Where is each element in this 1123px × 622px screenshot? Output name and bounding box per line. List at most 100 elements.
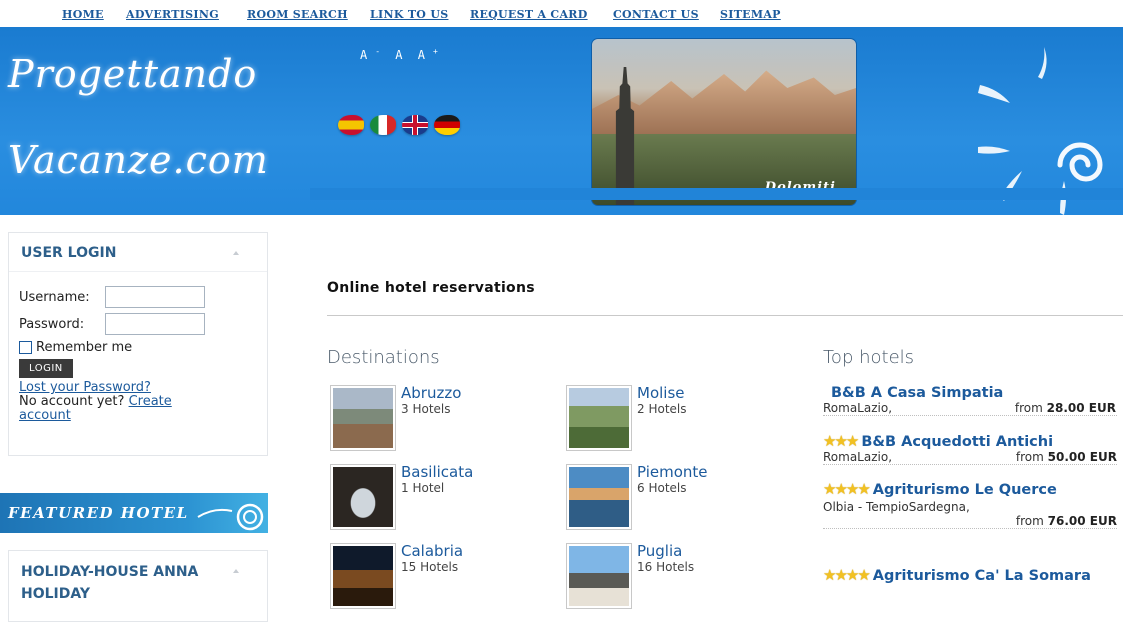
hotel-price: from 76.00 EUR — [1016, 514, 1117, 528]
password-label: Password: — [19, 316, 85, 332]
piemonte-thumbnail[interactable] — [566, 464, 632, 530]
italian-flag-icon[interactable] — [370, 115, 396, 135]
font-size-controls: A- A A + — [360, 47, 446, 62]
destination-count: 3 Hotels — [401, 402, 451, 416]
destination-count: 1 Hotel — [401, 481, 445, 495]
login-form: Username: Password: Remember me LOGIN Lo… — [9, 272, 267, 431]
user-login-title-text: USER LOGIN — [21, 245, 117, 261]
font-size-decrease-button[interactable]: A- — [360, 47, 380, 62]
destination-piemonte[interactable]: Piemonte 6 Hotels — [566, 463, 708, 530]
hotel-location: Olbia - TempioSardegna, — [823, 500, 970, 514]
hotel-name-link[interactable]: Agriturismo Le Querce — [873, 482, 1057, 498]
hotel-item: ★★★★ Agriturismo Ca' La Somara — [823, 565, 1117, 586]
sidebar: USER LOGIN Username: Password: Remember … — [0, 215, 310, 622]
header-bottom-strip — [310, 188, 1123, 200]
molise-thumbnail[interactable] — [566, 385, 632, 451]
destination-name[interactable]: Abruzzo — [401, 384, 461, 402]
font-size-increase-button[interactable]: A + — [417, 47, 438, 62]
hotel-location: RomaLazio, — [823, 401, 893, 415]
nav-room-search[interactable]: ROOM SEARCH — [247, 8, 348, 21]
nav-link-to-us[interactable]: LINK TO US — [370, 8, 448, 21]
calabria-thumbnail[interactable] — [330, 543, 396, 609]
site-logo[interactable]: Progettando Vacanze.com — [8, 45, 269, 189]
main-content: Online hotel reservations Destinations T… — [310, 227, 1123, 609]
nav-advertising[interactable]: ADVERTISING — [126, 8, 219, 21]
hotel-name-link[interactable]: B&B A Casa Simpatia — [831, 385, 1003, 401]
hotel-name-link[interactable]: B&B Acquedotti Antichi — [861, 434, 1053, 450]
top-navigation: HOME ADVERTISING ROOM SEARCH LINK TO US … — [0, 0, 1123, 27]
destination-name[interactable]: Puglia — [637, 542, 694, 560]
hotel-price: from 28.00 EUR — [1015, 401, 1116, 415]
price-prefix: from — [1015, 514, 1044, 528]
divider — [327, 315, 1123, 316]
destination-count: 15 Hotels — [401, 560, 459, 574]
header-photo-dolomiti: Dolomiti — [592, 39, 856, 205]
basilicata-thumbnail[interactable] — [330, 464, 396, 530]
site-header: Progettando Vacanze.com A- A A+ Dolomiti — [0, 27, 1123, 215]
destination-name[interactable]: Calabria — [401, 542, 463, 560]
price-value: 28.00 EUR — [1046, 401, 1116, 415]
destination-count: 2 Hotels — [637, 402, 687, 416]
logo-line-2: Vacanze.com — [8, 138, 269, 182]
collapse-caret-icon[interactable] — [233, 251, 239, 255]
holiday-house-box: HOLIDAY-HOUSE ANNA HOLIDAY — [8, 550, 268, 622]
collapse-caret-icon[interactable] — [233, 569, 239, 573]
nav-home[interactable]: HOME — [62, 8, 104, 21]
page-title: Online hotel reservations — [327, 280, 535, 296]
font-large-label: A — [417, 48, 425, 62]
destinations-title: Destinations — [327, 347, 440, 368]
user-login-box: USER LOGIN Username: Password: Remember … — [8, 232, 268, 456]
nav-sitemap[interactable]: SITEMAP — [720, 8, 781, 21]
destination-count: 16 Hotels — [637, 560, 695, 574]
nav-contact-us[interactable]: CONTACT US — [613, 8, 699, 21]
star-rating-icon: ★★★ — [823, 432, 859, 450]
hotel-name-link[interactable]: Agriturismo Ca' La Somara — [873, 568, 1091, 584]
destination-basilicata[interactable]: Basilicata 1 Hotel — [330, 463, 473, 530]
puglia-thumbnail[interactable] — [566, 543, 632, 609]
featured-hotel-text: FEATURED HOTEL — [8, 504, 189, 522]
holiday-house-title-line-2: HOLIDAY — [21, 586, 91, 602]
password-input[interactable] — [105, 313, 205, 335]
price-prefix: from — [1015, 450, 1044, 464]
german-flag-icon[interactable] — [434, 115, 460, 135]
hotel-item: ★★★ B&B Acquedotti Antichi RomaLazio, from… — [823, 432, 1117, 465]
destination-puglia[interactable]: Puglia 16 Hotels — [566, 542, 695, 609]
destination-name[interactable]: Molise — [637, 384, 687, 402]
font-small-label: A — [360, 48, 368, 62]
price-value: 50.00 EUR — [1047, 450, 1117, 464]
swirl-icon — [197, 503, 264, 531]
destination-abruzzo[interactable]: Abruzzo 3 Hotels — [330, 384, 461, 451]
user-login-title: USER LOGIN — [9, 233, 267, 272]
hotel-location: RomaLazio, — [823, 450, 893, 464]
logo-line-1: Progettando — [8, 52, 258, 96]
hotel-item: B&B A Casa Simpatia RomaLazio, from 28.00… — [823, 385, 1117, 416]
lost-password-link[interactable]: Lost your Password? — [19, 380, 151, 395]
font-size-reset-button[interactable]: A — [395, 48, 402, 62]
destination-calabria[interactable]: Calabria 15 Hotels — [330, 542, 463, 609]
star-rating-icon: ★★★★ — [823, 566, 871, 584]
holiday-house-title-line-1: HOLIDAY-HOUSE ANNA — [21, 564, 199, 580]
username-label: Username: — [19, 289, 90, 305]
star-rating-icon: ★★★★ — [823, 480, 871, 498]
language-flags — [338, 115, 460, 135]
spanish-flag-icon[interactable] — [338, 115, 364, 135]
remember-me-label: Remember me — [36, 340, 133, 355]
english-flag-icon[interactable] — [402, 115, 428, 135]
price-value: 76.00 EUR — [1047, 514, 1117, 528]
destination-name[interactable]: Basilicata — [401, 463, 473, 481]
top-hotels-title: Top hotels — [823, 347, 915, 368]
login-button[interactable]: LOGIN — [19, 359, 73, 378]
destination-molise[interactable]: Molise 2 Hotels — [566, 384, 687, 451]
hotel-price: from 50.00 EUR — [1016, 450, 1117, 464]
destination-name[interactable]: Piemonte — [637, 463, 708, 481]
featured-hotel-banner[interactable]: FEATURED HOTEL — [0, 493, 268, 533]
abruzzo-thumbnail[interactable] — [330, 385, 396, 451]
price-prefix: from — [1014, 401, 1043, 415]
no-account-text: No account yet? — [19, 394, 125, 409]
destination-count: 6 Hotels — [637, 481, 687, 495]
remember-me-checkbox[interactable] — [19, 341, 32, 354]
holiday-house-title[interactable]: HOLIDAY-HOUSE ANNA HOLIDAY — [9, 551, 267, 615]
hotel-item: ★★★★ Agriturismo Le Querce Olbia - Tempio… — [823, 479, 1117, 529]
nav-request-a-card[interactable]: REQUEST A CARD — [470, 8, 588, 21]
username-input[interactable] — [105, 286, 205, 308]
